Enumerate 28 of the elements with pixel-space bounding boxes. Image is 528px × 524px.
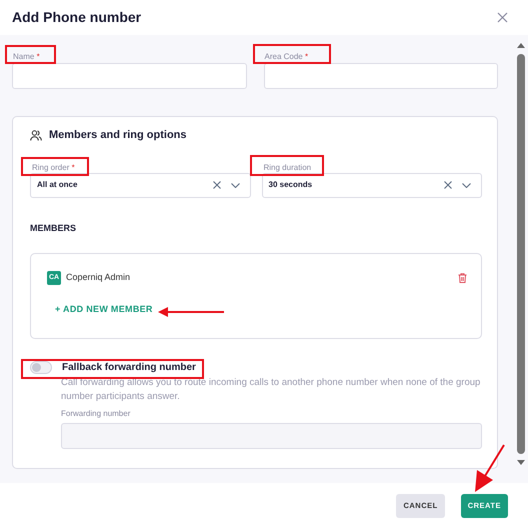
close-icon[interactable] xyxy=(497,12,508,23)
trash-icon[interactable] xyxy=(458,273,467,283)
scroll-down-icon[interactable] xyxy=(516,460,524,465)
section-title: Members and ring options xyxy=(49,128,187,143)
field-label: Forwarding number xyxy=(61,408,132,420)
clear-icon[interactable] xyxy=(444,181,452,189)
people-icon xyxy=(30,130,42,141)
select-field[interactable]: 30 seconds xyxy=(262,172,482,198)
chevron-down-icon[interactable] xyxy=(462,182,471,188)
select-field[interactable]: All at once xyxy=(30,172,250,198)
field-label: Area Code * xyxy=(264,52,308,61)
members-heading: MEMBERS xyxy=(30,222,78,234)
forwarding-number-field[interactable] xyxy=(61,423,482,449)
member-name: Coperniq Admin xyxy=(66,271,130,284)
field-label: Name * xyxy=(13,52,40,61)
highlight-box xyxy=(5,45,56,64)
chevron-down-icon[interactable] xyxy=(230,182,240,188)
toggle-label: Fallback forwarding number xyxy=(62,362,196,374)
field-label: Ring duration xyxy=(264,162,312,172)
clear-icon[interactable] xyxy=(212,181,220,189)
field-label: Ring order * xyxy=(32,162,75,172)
input-field[interactable] xyxy=(264,63,498,89)
highlight-box xyxy=(21,157,89,176)
scroll-up-icon[interactable] xyxy=(516,43,524,48)
dialog-title: Add Phone number xyxy=(12,8,142,27)
toggle-switch[interactable] xyxy=(30,361,52,374)
arrow xyxy=(158,307,224,317)
input-field[interactable] xyxy=(12,63,246,89)
